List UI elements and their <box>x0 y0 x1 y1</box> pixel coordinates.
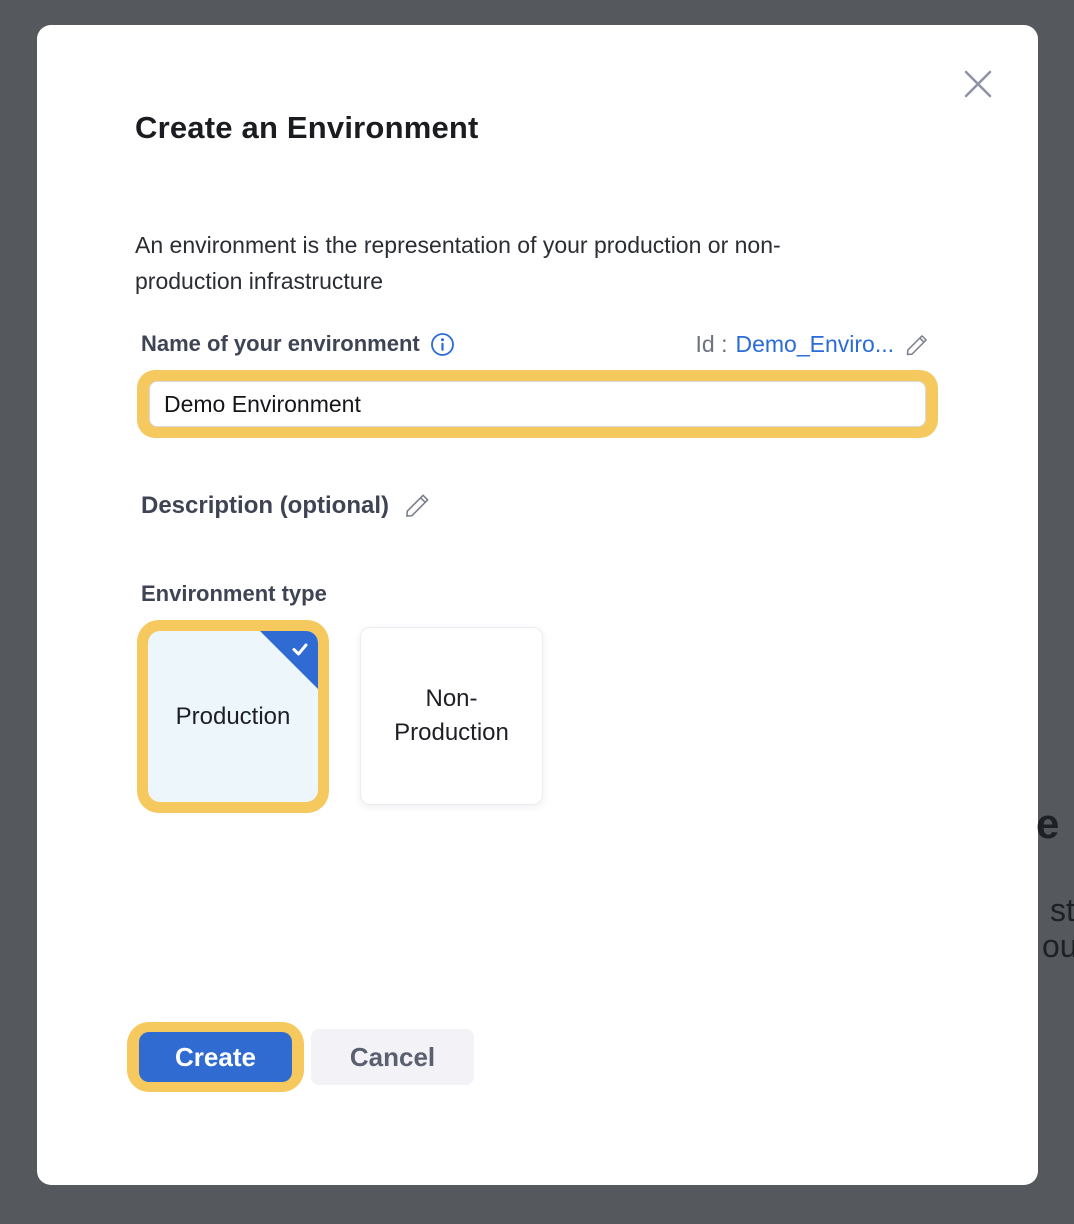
close-button[interactable] <box>959 65 997 103</box>
dialog-title: Create an Environment <box>135 110 479 146</box>
name-input-highlight <box>137 370 938 438</box>
check-icon <box>289 638 311 660</box>
id-prefix-label: Id : <box>696 331 728 358</box>
create-environment-dialog: Create an Environment An environment is … <box>37 25 1038 1185</box>
environment-id-link[interactable]: Demo_Enviro... <box>735 331 894 358</box>
description-field-label: Description (optional) <box>141 492 389 520</box>
screen-backdrop: Create an Environment An environment is … <box>0 0 1074 1224</box>
description-label-row: Description (optional) <box>141 491 432 520</box>
non-production-option-label: Non-Production <box>387 682 517 750</box>
cutoff-text: ou <box>1042 928 1074 965</box>
cutoff-text: e <box>1036 800 1059 848</box>
create-button-highlight: Create <box>127 1022 304 1092</box>
name-field-label: Name of your environment <box>141 331 420 357</box>
environment-type-option-production[interactable]: Production <box>148 631 318 802</box>
info-icon[interactable] <box>430 332 455 357</box>
edit-id-icon[interactable] <box>904 332 930 358</box>
close-icon <box>959 65 997 103</box>
production-option-label: Production <box>176 700 291 734</box>
create-button[interactable]: Create <box>139 1032 292 1082</box>
cutoff-text: st <box>1050 892 1074 929</box>
edit-description-icon[interactable] <box>403 491 432 520</box>
production-card-highlight: Production <box>137 620 329 813</box>
environment-type-option-non-production[interactable]: Non-Production <box>360 627 543 805</box>
cancel-button[interactable]: Cancel <box>311 1029 474 1085</box>
environment-name-input[interactable] <box>149 381 926 427</box>
dialog-description: An environment is the representation of … <box>135 227 880 299</box>
environment-type-label: Environment type <box>141 581 327 607</box>
environment-id-row: Id : Demo_Enviro... <box>696 331 930 358</box>
